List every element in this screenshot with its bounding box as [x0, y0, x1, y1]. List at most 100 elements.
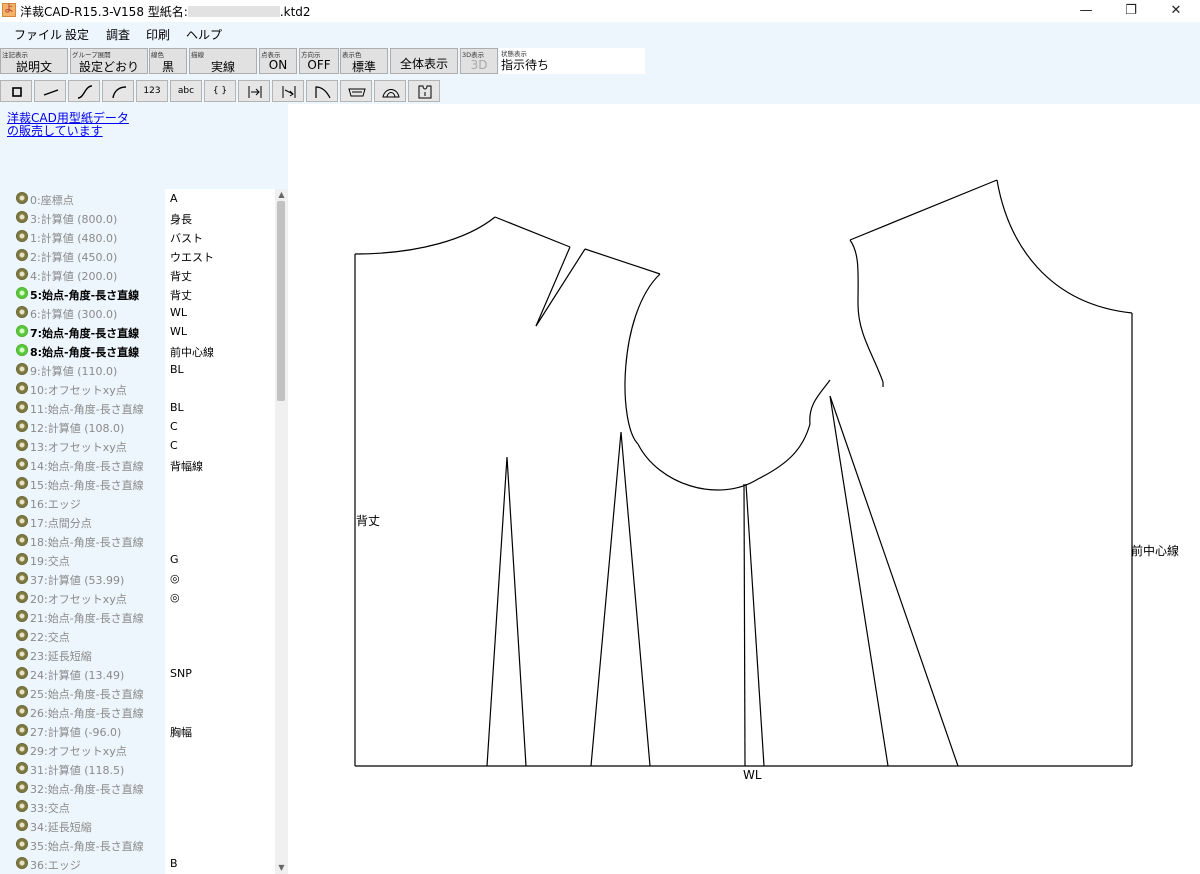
element-name: 6:計算値 (300.0) [30, 308, 118, 321]
display-color-button[interactable]: 表示色 標準 [340, 48, 388, 74]
list-item[interactable]: 27:計算値 (-96.0) 胸幅 [0, 721, 275, 740]
s-curve-tool[interactable] [68, 80, 100, 102]
element-gear-icon [16, 306, 28, 318]
list-item[interactable]: 33:交点 [0, 797, 275, 816]
arc-tool[interactable] [102, 80, 134, 102]
promo-link[interactable]: 洋裁CAD用型紙データ の販売しています [7, 112, 129, 138]
group-tool[interactable]: { } [204, 80, 236, 102]
list-item[interactable]: 31:計算値 (118.5) [0, 759, 275, 778]
corner-curve-tool[interactable] [306, 80, 338, 102]
list-item[interactable]: 22:交点 [0, 626, 275, 645]
list-item[interactable]: 25:始点-角度-長さ直線 [0, 683, 275, 702]
list-item[interactable]: 14:始点-角度-長さ直線 背幅線 [0, 455, 275, 474]
number-tool[interactable]: 123 [136, 80, 168, 102]
back-shoulder-line [494, 216, 571, 248]
list-item[interactable]: 20:オフセットxy点 ◎ [0, 588, 275, 607]
element-gear-icon [16, 819, 28, 831]
list-item[interactable]: 16:エッジ [0, 493, 275, 512]
list-item[interactable]: 26:始点-角度-長さ直線 [0, 702, 275, 721]
button-label: ON [268, 58, 288, 72]
dome-tool[interactable] [374, 80, 406, 102]
direction-display-button[interactable]: 方向示 OFF [299, 48, 339, 74]
side-back-dart [590, 431, 651, 767]
list-item[interactable]: 37:計算値 (53.99) ◎ [0, 569, 275, 588]
rectangle-tool[interactable] [0, 80, 32, 102]
list-item[interactable]: 13:オフセットxy点 C [0, 436, 275, 455]
front-shoulder-line [849, 179, 998, 241]
point-display-button[interactable]: 点表示 ON [259, 48, 297, 74]
element-name: 23:延長短縮 [30, 650, 92, 663]
list-item[interactable]: 17:点間分点 [0, 512, 275, 531]
text-tool[interactable]: abc [170, 80, 202, 102]
element-tag: 背幅線 [170, 460, 203, 473]
offset-right-tool[interactable] [238, 80, 270, 102]
list-item[interactable]: 29:オフセットxy点 [0, 740, 275, 759]
line-color-button[interactable]: 線色 黒 [149, 48, 187, 74]
element-gear-icon [16, 743, 28, 755]
list-item[interactable]: 2:計算値 (450.0) ウエスト [0, 246, 275, 265]
trapezoid-tool[interactable] [340, 80, 372, 102]
line-icon [43, 89, 59, 96]
element-gear-icon [16, 382, 28, 394]
list-item[interactable]: 21:始点-角度-長さ直線 [0, 607, 275, 626]
annotation-display-button[interactable]: 注記表示 説明文 [0, 48, 68, 74]
list-item[interactable]: 6:計算値 (300.0) WL [0, 303, 275, 322]
fit-all-button[interactable]: 全体表示 [390, 48, 458, 74]
back-length-label: 背丈 [356, 514, 381, 528]
list-item[interactable]: 12:計算値 (108.0) C [0, 417, 275, 436]
list-item[interactable]: 23:延長短縮 [0, 645, 275, 664]
list-scrollbar[interactable]: ▲ ▼ [275, 189, 288, 874]
minimize-button[interactable]: — [1063, 0, 1109, 22]
element-gear-icon [16, 439, 28, 451]
underarm-curve [637, 423, 811, 491]
list-item[interactable]: 19:交点 G [0, 550, 275, 569]
list-item[interactable]: 5:始点-角度-長さ直線 背丈 [0, 284, 275, 303]
element-name: 32:始点-角度-長さ直線 [30, 783, 144, 796]
element-tag: 背丈 [170, 270, 192, 283]
list-item[interactable]: 8:始点-角度-長さ直線 前中心線 [0, 341, 275, 360]
scroll-thumb[interactable] [277, 201, 285, 401]
list-item[interactable]: 18:始点-角度-長さ直線 [0, 531, 275, 550]
menu-print[interactable]: 印刷 [146, 26, 170, 43]
element-name: 34:延長短縮 [30, 821, 92, 834]
list-item[interactable]: 7:始点-角度-長さ直線 WL [0, 322, 275, 341]
line-style-button[interactable]: 描線 実線 [189, 48, 257, 74]
list-item[interactable]: 11:始点-角度-長さ直線 BL [0, 398, 275, 417]
pattern-piece-tool[interactable] [408, 80, 440, 102]
offset-left-tool[interactable] [272, 80, 304, 102]
element-tag: B [170, 857, 178, 870]
close-button[interactable]: ✕ [1153, 0, 1199, 22]
list-item[interactable]: 10:オフセットxy点 [0, 379, 275, 398]
list-item[interactable]: 3:計算値 (800.0) 身長 [0, 208, 275, 227]
menu-help[interactable]: ヘルプ [186, 26, 222, 43]
element-name: 11:始点-角度-長さ直線 [30, 403, 144, 416]
title-bar: よ 洋裁CAD-R15.3-V158 型紙名: .ktd2 — ❐ ✕ [0, 0, 1200, 22]
line-tool[interactable] [34, 80, 66, 102]
element-gear-icon [16, 515, 28, 527]
group-expand-button[interactable]: グループ展開 設定どおり [70, 48, 148, 74]
scroll-down-icon[interactable]: ▼ [275, 862, 288, 874]
restore-button[interactable]: ❐ [1108, 0, 1154, 22]
menu-settings[interactable]: 設定 [65, 26, 89, 43]
element-name: 31:計算値 (118.5) [30, 764, 125, 777]
status-text: 指示待ち [501, 58, 550, 72]
list-item[interactable]: 1:計算値 (480.0) バスト [0, 227, 275, 246]
list-item[interactable]: 35:始点-角度-長さ直線 [0, 835, 275, 854]
element-gear-icon [16, 857, 28, 869]
list-item[interactable]: 4:計算値 (200.0) 背丈 [0, 265, 275, 284]
menu-inspect[interactable]: 調査 [106, 26, 130, 43]
list-item[interactable]: 36:エッジ B [0, 854, 275, 873]
menu-file[interactable]: ファイル [14, 26, 62, 43]
element-name: 4:計算値 (200.0) [30, 270, 118, 283]
list-item[interactable]: 34:延長短縮 [0, 816, 275, 835]
element-name: 37:計算値 (53.99) [30, 574, 125, 587]
list-item[interactable]: 24:計算値 (13.49) SNP [0, 664, 275, 683]
list-item[interactable]: 9:計算値 (110.0) BL [0, 360, 275, 379]
list-item[interactable]: 15:始点-角度-長さ直線 [0, 474, 275, 493]
list-item[interactable]: 0:座標点 A [0, 189, 275, 208]
element-gear-icon [16, 534, 28, 546]
drawing-canvas[interactable]: 背丈 前中心線 WL [288, 104, 1200, 874]
list-item[interactable]: 32:始点-角度-長さ直線 [0, 778, 275, 797]
scroll-up-icon[interactable]: ▲ [275, 189, 288, 201]
3d-display-button[interactable]: 3D表示 3D [460, 48, 498, 74]
